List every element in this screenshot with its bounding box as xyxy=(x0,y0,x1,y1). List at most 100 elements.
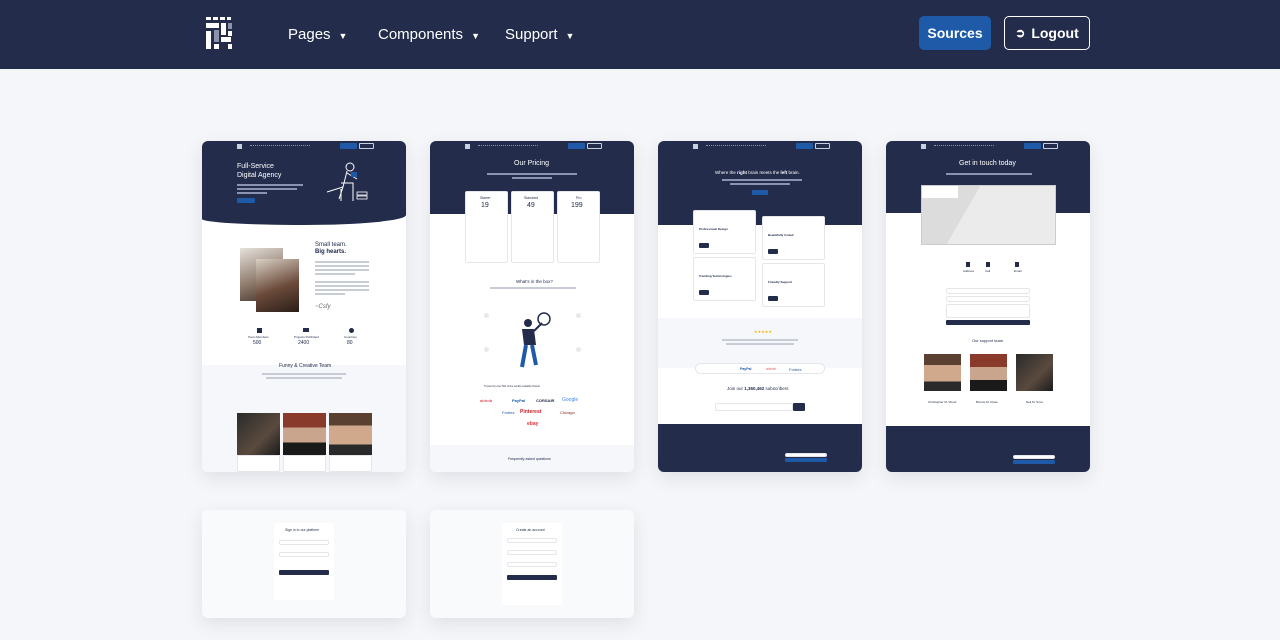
brands-caption: Trusted by over 500 of the world's valua… xyxy=(484,385,540,388)
subscribe-email-input xyxy=(715,403,793,411)
preview-cta-button xyxy=(237,198,255,203)
team-card-caption xyxy=(283,455,326,472)
text-line xyxy=(315,293,345,295)
nav-support[interactable]: Support ▼ xyxy=(505,0,574,69)
brand-logo: Pinterest xyxy=(520,409,542,415)
team-photo xyxy=(329,413,372,455)
brand-logo: airbnb xyxy=(480,398,493,403)
nav-support-label: Support xyxy=(505,26,558,43)
brand-logo: ebay xyxy=(527,421,539,427)
feature-card: Trending Technologies xyxy=(693,257,756,301)
brand-logo-icon[interactable] xyxy=(204,16,232,50)
feature-title: Trending Technologies xyxy=(699,274,732,278)
nav-components[interactable]: Components ▼ xyxy=(378,0,480,69)
footer-subscribe-button xyxy=(1013,460,1055,464)
sign-out-icon: ➲ xyxy=(1015,26,1026,40)
brand-logo: Chicago xyxy=(560,410,575,415)
team-card-caption xyxy=(329,455,372,472)
text-line xyxy=(722,339,798,341)
email-field xyxy=(279,540,329,545)
feature-icon xyxy=(484,313,489,318)
top-navbar: Pages ▼ Components ▼ Support ▼ Sources ➲ Lo… xyxy=(0,0,1280,69)
preview-navbar xyxy=(658,141,862,151)
plan-price: 199 xyxy=(571,202,583,209)
card-icon xyxy=(303,328,309,332)
form-title: Create an account xyxy=(516,528,545,532)
preview-hero-title: Digital Agency xyxy=(237,172,282,179)
map-pin-icon xyxy=(966,262,970,267)
read-more-button xyxy=(699,243,709,248)
preview-navbar xyxy=(886,141,1090,151)
preview-card-sign-in[interactable]: Sign in to our platform xyxy=(202,510,406,618)
brand-logo: Google xyxy=(562,397,579,403)
faq-title: Frequently asked questions xyxy=(508,457,551,461)
text-line xyxy=(946,173,1032,175)
illustration-person-camera-icon xyxy=(520,312,551,368)
logout-button[interactable]: ➲ Logout xyxy=(1004,16,1090,50)
text-line xyxy=(262,373,346,375)
sign-up-button xyxy=(507,575,557,580)
preview-card-pricing[interactable]: Our Pricing Starter 19 Standard 49 Pro 1… xyxy=(430,141,634,472)
sources-button[interactable]: Sources xyxy=(919,16,991,50)
brand-logo: CORSAIR xyxy=(536,398,555,403)
stat-label: Team Members xyxy=(248,335,269,339)
team-card-caption xyxy=(237,455,280,472)
preview-card-landing[interactable]: Full-Service Digital Agency Small team. … xyxy=(202,141,406,472)
globe-icon xyxy=(349,328,354,333)
partner-logo: Forbes xyxy=(789,366,802,372)
stat-label: Projects Published xyxy=(294,335,319,339)
brand-logo: Forbes xyxy=(502,410,515,415)
message-field xyxy=(946,304,1030,318)
preview-hero xyxy=(202,141,406,225)
chevron-down-icon: ▼ xyxy=(471,30,480,41)
text-line xyxy=(266,377,342,379)
nav-pages[interactable]: Pages ▼ xyxy=(288,0,347,69)
logout-label: Logout xyxy=(1031,25,1079,41)
text-line xyxy=(315,285,369,287)
map-info-box xyxy=(922,186,958,198)
text-line xyxy=(315,269,369,271)
preview-title: Get in touch today xyxy=(959,160,1016,167)
preview-hero-title: Full-Service xyxy=(237,163,274,170)
feature-title: Professional Design xyxy=(699,227,728,231)
preview-hero-title: Where the right brain meets the left bra… xyxy=(715,170,800,175)
pricing-card: Standard 49 xyxy=(511,191,554,263)
partner-logo: PayPal xyxy=(740,367,752,371)
preview-card-sign-up[interactable]: Create an account xyxy=(430,510,634,618)
plan-name: Standard xyxy=(524,196,539,200)
chevron-down-icon: ▼ xyxy=(565,30,575,41)
team-title: Our support team xyxy=(972,338,1004,343)
text-line xyxy=(490,287,576,289)
email-field xyxy=(946,296,1030,302)
text-line xyxy=(315,265,369,267)
nav-components-label: Components xyxy=(378,26,464,43)
plan-name: Pro xyxy=(576,196,582,200)
feature-card: Professional Design xyxy=(693,210,756,254)
partner-logo: airbnb xyxy=(766,367,776,371)
preview-card-contact[interactable]: Get in touch today Address Call Email Ou… xyxy=(886,141,1090,472)
preview-navbar xyxy=(430,141,634,151)
text-line xyxy=(315,289,369,291)
form-title: Sign in to our platform xyxy=(285,528,320,532)
user-icon xyxy=(257,328,262,333)
partners-bar: PayPal airbnb Forbes xyxy=(695,363,825,374)
text-line xyxy=(237,184,303,186)
team-photo xyxy=(970,354,1007,391)
feature-icon xyxy=(576,347,581,352)
pricing-card: Pro 199 xyxy=(557,191,600,263)
feature-icon xyxy=(484,347,489,352)
password-field xyxy=(507,550,557,555)
subscribe-title: Join our 1,360,462 subscribers xyxy=(727,386,789,391)
preview-section-title: What's in the box? xyxy=(516,279,553,284)
nav-pages-label: Pages xyxy=(288,26,331,43)
contact-label: Call xyxy=(985,269,991,273)
text-line xyxy=(315,273,355,275)
plan-price: 19 xyxy=(481,202,489,209)
sign-up-form: Create an account xyxy=(502,523,562,605)
text-line xyxy=(722,179,802,181)
contact-label: Email xyxy=(1014,269,1022,273)
preview-footer xyxy=(658,424,862,472)
preview-card-about[interactable]: Where the right brain meets the left bra… xyxy=(658,141,862,472)
sign-in-form: Sign in to our platform xyxy=(274,523,334,600)
preview-section-title: Small team. xyxy=(315,242,347,248)
